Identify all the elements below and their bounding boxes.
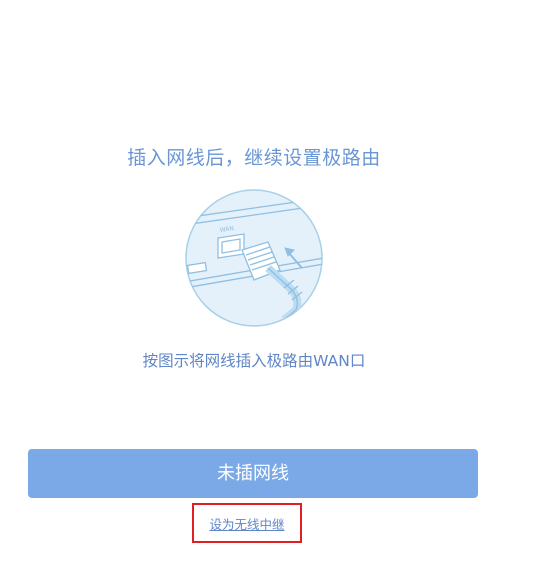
set-wireless-repeater-link[interactable]: 设为无线中继: [209, 514, 284, 533]
setup-title: 插入网线后，继续设置极路由: [127, 147, 381, 169]
setup-instruction: 按图示将网线插入极路由WAN口: [142, 352, 366, 370]
cable-status-button[interactable]: 未插网线: [28, 449, 478, 498]
repeater-link-highlight: 设为无线中继: [192, 503, 302, 543]
wan-cable-illustration: WAN: [185, 189, 323, 327]
